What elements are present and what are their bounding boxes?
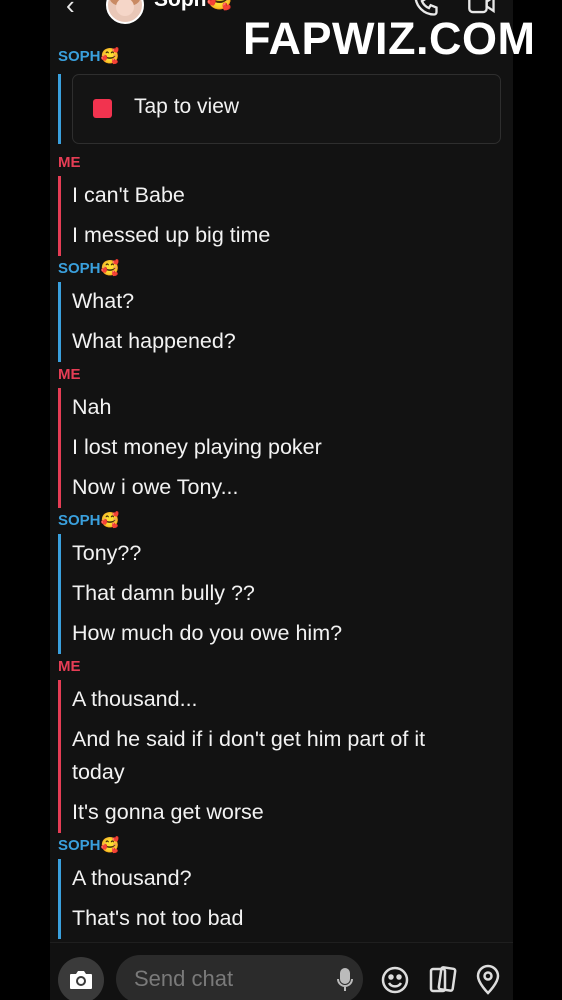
camera-button[interactable] bbox=[58, 957, 104, 1000]
cards-icon[interactable] bbox=[427, 965, 459, 1000]
chat-message[interactable]: What? bbox=[72, 282, 452, 322]
emoji-icon[interactable] bbox=[380, 965, 410, 1000]
chat-message[interactable]: A thousand? bbox=[72, 859, 452, 899]
chat-message[interactable]: What happened? bbox=[72, 322, 452, 362]
avatar-face bbox=[116, 0, 134, 16]
location-pin-icon[interactable] bbox=[474, 963, 502, 1000]
chat-message[interactable]: How much do you owe him? bbox=[72, 614, 452, 654]
chat-message[interactable]: Now i owe Tony... bbox=[72, 468, 452, 508]
chat-message[interactable]: Nah bbox=[72, 388, 452, 428]
message-group: What? What happened? bbox=[58, 282, 513, 362]
chat-message[interactable]: That damn bully ?? bbox=[72, 574, 452, 614]
snap-square-icon bbox=[93, 99, 112, 118]
sender-label: ME bbox=[58, 154, 81, 171]
chat-message[interactable]: A thousand... bbox=[72, 680, 452, 720]
chat-message[interactable]: It's gonna get worse bbox=[72, 793, 452, 833]
sender-label: SOPH🥰 bbox=[58, 837, 120, 854]
chat-message[interactable]: I messed up big time bbox=[72, 216, 452, 256]
message-group: A thousand... And he said if i don't get … bbox=[58, 680, 513, 833]
chat-message[interactable]: I can't Babe bbox=[72, 176, 452, 216]
camera-icon bbox=[70, 971, 92, 989]
back-icon[interactable]: ‹ bbox=[66, 0, 75, 21]
sender-label: SOPH🥰 bbox=[58, 260, 120, 277]
message-group: I can't Babe I messed up big time bbox=[58, 176, 513, 256]
sender-label: SOPH🥰 bbox=[58, 512, 120, 529]
chat-message[interactable]: I lost money playing poker bbox=[72, 428, 452, 468]
chat-message[interactable]: And he said if i don't get him part of i… bbox=[72, 720, 452, 793]
sender-label: ME bbox=[58, 658, 81, 675]
sender-label: ME bbox=[58, 366, 81, 383]
chat-input[interactable] bbox=[116, 955, 363, 1000]
avatar[interactable] bbox=[106, 0, 144, 24]
chat-message[interactable]: That's not too bad bbox=[72, 899, 452, 939]
composer-bar bbox=[50, 942, 513, 1000]
message-group: Tony?? That damn bully ?? How much do you … bbox=[58, 534, 513, 654]
watermark: FAPWIZ.COM bbox=[243, 13, 536, 64]
message-group: Tap to view bbox=[58, 74, 513, 144]
microphone-icon[interactable] bbox=[336, 967, 354, 998]
snap-label: Tap to view bbox=[134, 95, 240, 118]
message-list: SOPH🥰 Tap to view ME I can't Babe I messed u… bbox=[50, 44, 513, 939]
contact-name[interactable]: Soph🥰 bbox=[154, 0, 233, 12]
message-group: A thousand? That's not too bad bbox=[58, 859, 513, 939]
snap-tap-to-view[interactable]: Tap to view bbox=[72, 74, 501, 144]
message-group: Nah I lost money playing poker Now i owe T… bbox=[58, 388, 513, 508]
chat-screen: ‹ Soph🥰 SOPH🥰Tap to viewMEI can't BabeI … bbox=[50, 0, 513, 1000]
chat-message[interactable]: Tony?? bbox=[72, 534, 452, 574]
